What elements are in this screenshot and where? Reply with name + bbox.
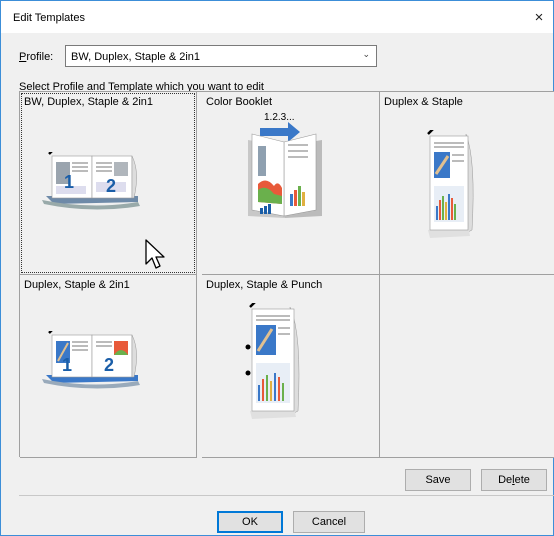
delete-button[interactable]: De l ete: [481, 469, 547, 491]
template-cell-empty[interactable]: [380, 275, 554, 458]
template-label: Duplex, Staple & 2in1: [24, 279, 130, 291]
template-cell-duplex-staple-punch[interactable]: Duplex, Staple & Punch: [202, 275, 380, 458]
chevron-down-icon: ⌄: [362, 49, 370, 59]
duplex-2in1-bw-icon: 1 2: [42, 152, 140, 210]
separator: [19, 495, 554, 496]
template-label: Duplex & Staple: [384, 96, 463, 108]
close-icon: ×: [534, 8, 544, 26]
duplex-staple-icon: [427, 130, 474, 238]
template-cell-duplex-staple-2in1[interactable]: Duplex, Staple & 2in1 1 2: [20, 275, 197, 458]
profile-selected-value: BW, Duplex, Staple & 2in1: [71, 51, 201, 63]
template-label: Duplex, Staple & Punch: [206, 279, 323, 291]
booklet-page-order-text: 1.2.3...: [264, 112, 295, 123]
profile-label: Profile:: [19, 51, 54, 63]
window-title: Edit Templates: [13, 12, 85, 24]
svg-text:1: 1: [62, 355, 72, 375]
duplex-staple-punch-icon: [245, 303, 300, 419]
ok-button[interactable]: OK: [217, 511, 283, 533]
svg-text:2: 2: [104, 355, 114, 375]
svg-text:1: 1: [64, 172, 74, 192]
template-label: BW, Duplex, Staple & 2in1: [24, 96, 154, 108]
close-button[interactable]: ×: [525, 1, 553, 33]
save-button[interactable]: Save: [405, 469, 471, 491]
svg-text:2: 2: [106, 176, 116, 196]
template-cell-color-booklet[interactable]: Color Booklet 1.2.3...: [202, 92, 380, 275]
cancel-button[interactable]: Cancel: [293, 511, 365, 533]
mouse-cursor-icon: [145, 239, 165, 269]
duplex-2in1-color-icon: 1 2: [42, 331, 140, 389]
template-grid: BW, Duplex, Staple & 2in1 1 2 Color Book…: [19, 91, 554, 458]
template-cell-duplex-staple[interactable]: Duplex & Staple: [380, 92, 554, 275]
profile-dropdown[interactable]: BW, Duplex, Staple & 2in1 ⌄: [65, 45, 377, 67]
template-cell-bw-duplex-staple-2in1[interactable]: BW, Duplex, Staple & 2in1 1 2: [20, 92, 197, 275]
edit-templates-dialog: Edit Templates × Profile: BW, Duplex, St…: [0, 0, 554, 536]
title-bar: Edit Templates ×: [1, 1, 553, 33]
booklet-icon: 1.2.3...: [248, 112, 322, 218]
